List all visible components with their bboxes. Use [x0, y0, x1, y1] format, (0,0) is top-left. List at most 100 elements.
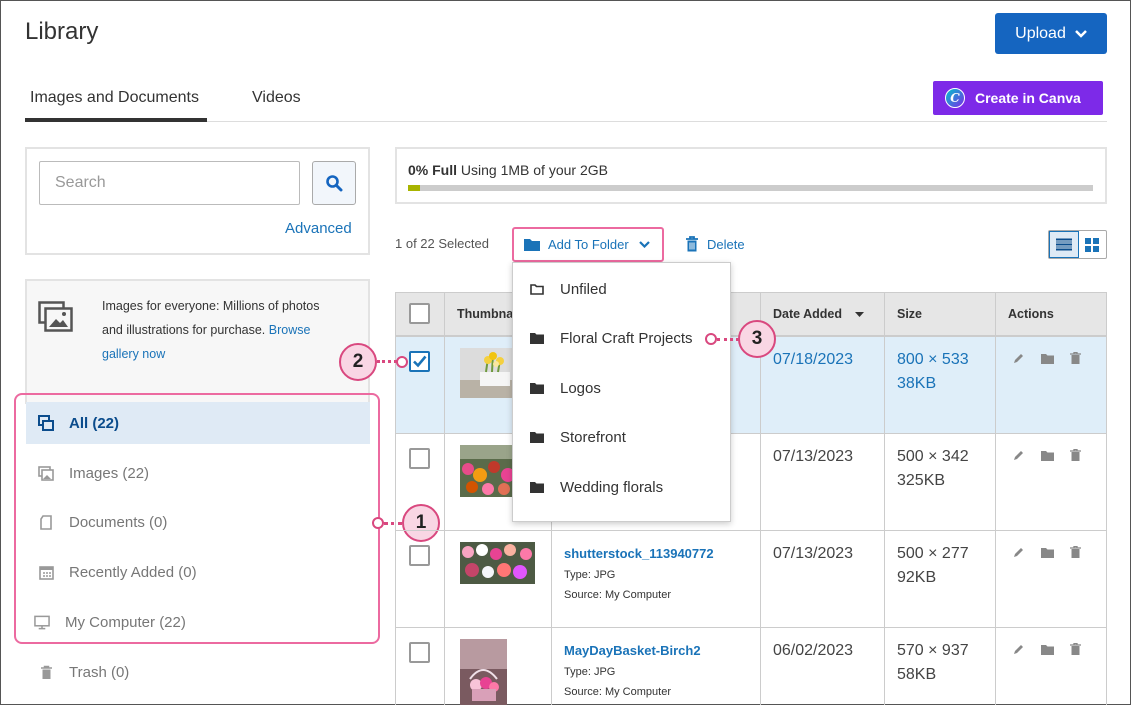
callout-1-highlight [14, 393, 380, 644]
row-filesize: 325KB [897, 472, 946, 489]
file-type: Type: JPG [564, 569, 616, 581]
file-source: Source: My Computer [564, 686, 671, 698]
sidebar-item-label: Trash (0) [69, 663, 130, 681]
row-filesize: 38KB [897, 375, 937, 392]
storage-progress-bar [408, 185, 1093, 191]
column-thumbnail[interactable]: Thumbnail [457, 307, 520, 321]
menu-item-floral-craft-projects[interactable]: Floral Craft Projects [513, 314, 730, 363]
search-icon [326, 175, 343, 192]
file-type: Type: JPG [564, 666, 616, 678]
row-size: 570 × 937 58KB [897, 639, 969, 687]
column-divider [995, 292, 996, 705]
row-dimensions: 570 × 937 [897, 642, 969, 659]
upload-button[interactable]: Upload [995, 13, 1107, 54]
folder-icon [530, 432, 544, 443]
folder-icon[interactable] [1041, 547, 1054, 558]
file-name-link[interactable]: shutterstock_113940772 [564, 546, 714, 561]
add-to-folder-label: Add To Folder [548, 237, 629, 252]
search-input[interactable]: Search [39, 161, 300, 205]
folder-icon [524, 239, 540, 251]
menu-item-label: Wedding florals [560, 479, 664, 496]
folder-outline-icon [530, 284, 544, 295]
chevron-down-icon [638, 241, 650, 248]
callout-1-anchor [372, 517, 384, 529]
callout-3-line [717, 338, 739, 341]
upload-label: Upload [1015, 24, 1066, 42]
row-dimensions: 800 × 533 [897, 351, 969, 368]
row-actions [1013, 643, 1081, 655]
row-size: 800 × 533 38KB [897, 348, 969, 396]
chevron-down-icon [1074, 29, 1087, 38]
callout-2-badge: 2 [339, 343, 377, 381]
column-divider [444, 292, 445, 705]
trash-icon[interactable] [1070, 546, 1081, 558]
row-date: 07/18/2023 [773, 351, 854, 368]
sidebar-item-trash[interactable]: Trash (0) [26, 651, 370, 693]
canva-label: Create in Canva [975, 90, 1081, 106]
row-dimensions: 500 × 342 [897, 448, 969, 465]
edit-icon[interactable] [1013, 352, 1025, 364]
gallery-icon [38, 301, 73, 332]
callout-2-anchor [396, 356, 408, 368]
folder-icon[interactable] [1041, 450, 1054, 461]
row-filesize: 58KB [897, 666, 937, 683]
row-date: 07/13/2023 [773, 448, 854, 465]
menu-item-wedding-florals[interactable]: Wedding florals [513, 463, 730, 512]
row-date: 07/13/2023 [773, 545, 854, 562]
row-dimensions: 500 × 277 [897, 545, 969, 562]
tab-videos[interactable]: Videos [252, 89, 301, 107]
trash-icon[interactable] [1070, 352, 1081, 364]
trash-icon[interactable] [1070, 643, 1081, 655]
folder-icon [530, 383, 544, 394]
file-name-link[interactable]: MayDayBasket-Birch2 [564, 643, 701, 658]
column-date-added[interactable]: Date Added [773, 307, 865, 321]
trash-icon [38, 665, 54, 680]
delete-button[interactable]: Delete [685, 236, 745, 252]
promo-text: Images for everyone: Millions of photos … [102, 294, 342, 366]
list-view-button[interactable] [1049, 231, 1079, 258]
grid-view-button[interactable] [1079, 231, 1107, 258]
edit-icon[interactable] [1013, 546, 1025, 558]
checkmark-icon [413, 355, 427, 368]
view-toggle [1048, 230, 1107, 259]
edit-icon[interactable] [1013, 643, 1025, 655]
menu-item-logos[interactable]: Logos [513, 364, 730, 413]
folder-icon[interactable] [1041, 644, 1054, 655]
row-size: 500 × 277 92KB [897, 542, 969, 590]
grid-view-icon [1085, 237, 1100, 252]
storage-percent: 0% Full [408, 162, 458, 178]
row-checkbox[interactable] [409, 545, 430, 566]
folder-icon [530, 333, 544, 344]
column-actions: Actions [1008, 307, 1054, 321]
folder-icon [530, 482, 544, 493]
file-source: Source: My Computer [564, 589, 671, 601]
menu-item-unfiled[interactable]: Unfiled [513, 265, 730, 314]
menu-item-storefront[interactable]: Storefront [513, 413, 730, 462]
canva-logo-icon: C [945, 88, 965, 108]
storage-text: 0% Full Using 1MB of your 2GB [408, 162, 608, 178]
tab-images-and-documents[interactable]: Images and Documents [30, 89, 199, 107]
row-checkbox[interactable] [409, 448, 430, 469]
edit-icon[interactable] [1013, 449, 1025, 461]
column-size[interactable]: Size [897, 307, 922, 321]
table-border-left [395, 292, 396, 705]
row-filesize: 92KB [897, 569, 937, 586]
row-checkbox[interactable] [409, 642, 430, 663]
create-in-canva-button[interactable]: C Create in Canva [933, 81, 1103, 115]
menu-item-label: Floral Craft Projects [560, 330, 693, 347]
delete-label: Delete [707, 236, 745, 252]
select-all-checkbox[interactable] [409, 303, 430, 324]
search-button[interactable] [312, 161, 356, 205]
row-checkbox[interactable] [409, 351, 430, 372]
column-date-added-label: Date Added [773, 307, 842, 321]
thumbnail-image [460, 639, 507, 705]
row-size: 500 × 342 325KB [897, 445, 969, 493]
column-divider [884, 292, 885, 705]
trash-icon[interactable] [1070, 449, 1081, 461]
page-title: Library [25, 18, 99, 45]
add-to-folder-button[interactable]: Add To Folder [512, 227, 664, 262]
menu-item-label: Storefront [560, 429, 626, 446]
advanced-search-link[interactable]: Advanced [285, 220, 352, 237]
folder-icon[interactable] [1041, 353, 1054, 364]
row-actions [1013, 449, 1081, 461]
